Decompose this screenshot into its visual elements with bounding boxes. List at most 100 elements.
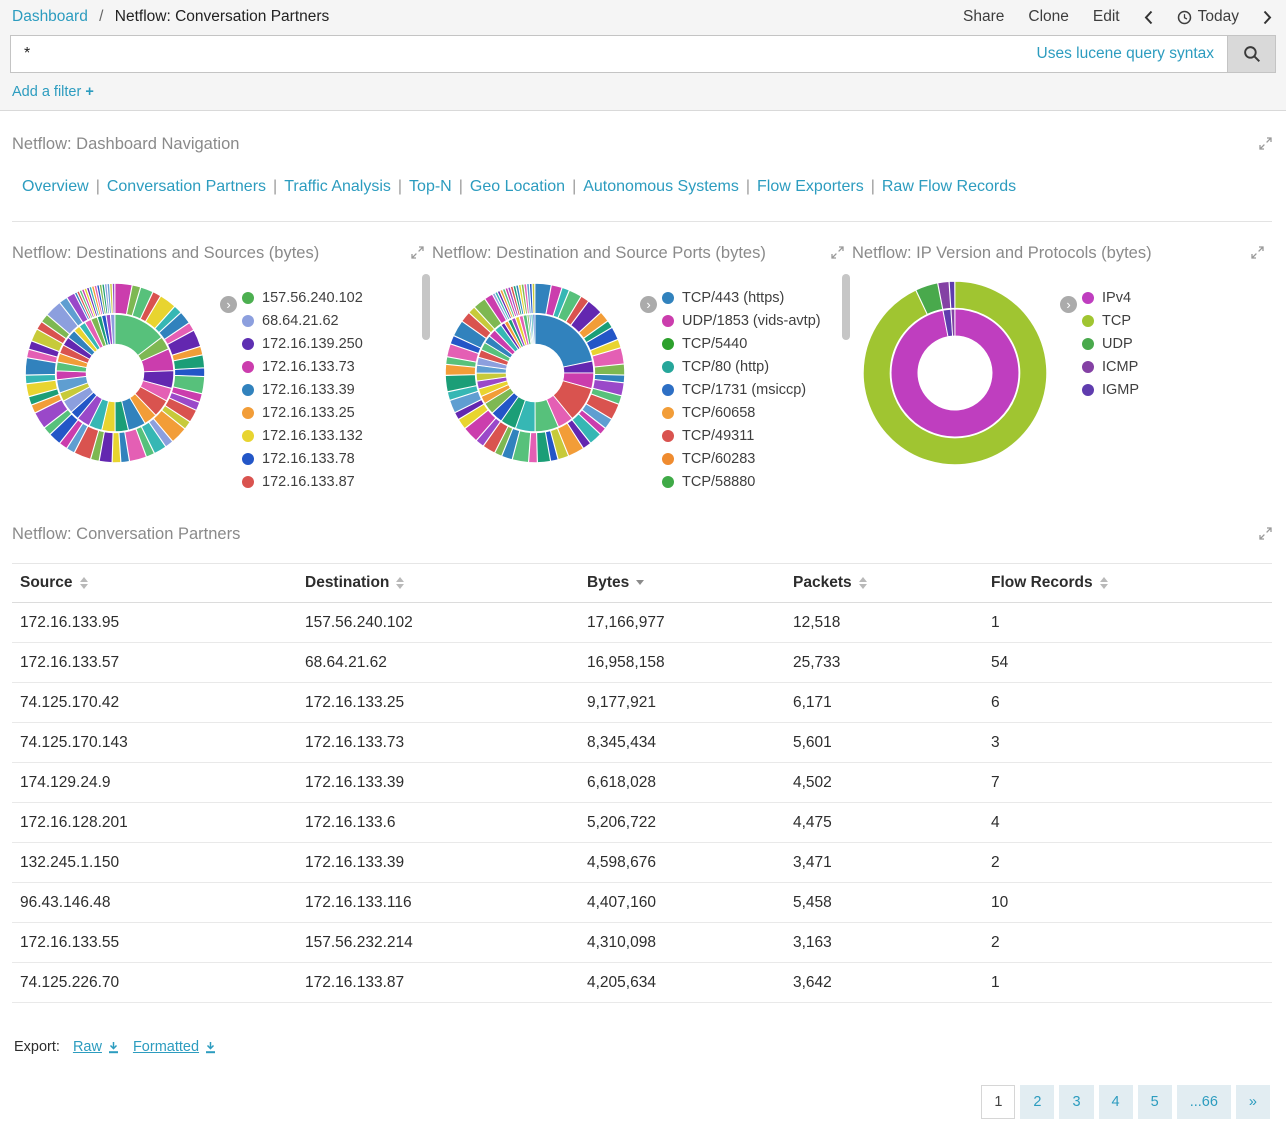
legend-item[interactable]: TCP/1731 (msiccp) [662,382,821,398]
pagination-page-66[interactable]: ...66 [1177,1085,1231,1119]
legend-item[interactable]: 172.16.133.78 [242,451,363,467]
legend-color-dot [242,407,254,419]
legend-item[interactable]: 157.56.240.102 [242,290,363,306]
add-filter-link[interactable]: Add a filter+ [12,84,94,100]
pagination-page-2[interactable]: 2 [1020,1085,1054,1119]
clone-button[interactable]: Clone [1028,8,1069,26]
nav-link-traffic-analysis[interactable]: Traffic Analysis [284,178,391,195]
panel-expand-button[interactable] [1245,244,1264,266]
legend-item[interactable]: 172.16.133.73 [242,359,363,375]
top-chrome: Dashboard / Netflow: Conversation Partne… [0,0,1286,111]
sunburst-segment[interactable] [112,433,120,463]
legend-color-dot [662,384,674,396]
download-icon [204,1041,217,1054]
column-header-bytes[interactable]: Bytes [579,564,785,603]
legend-color-dot [242,361,254,373]
legend-item[interactable]: 172.16.139.250 [242,336,363,352]
legend-collapse-button[interactable]: › [640,296,657,313]
legend-item[interactable]: 172.16.133.87 [242,474,363,490]
chart-legend: TCP/443 (https) UDP/1853 (vids-avtp) TCP/5… [662,290,821,497]
panel-expand-button[interactable] [405,244,424,266]
legend-item[interactable]: 172.16.133.132 [242,428,363,444]
legend-collapse-button[interactable]: › [220,296,237,313]
legend-label: 172.16.133.132 [262,428,363,444]
time-back-button[interactable] [1144,10,1153,25]
nav-link-geo-location[interactable]: Geo Location [470,178,565,195]
search-button[interactable] [1228,35,1276,73]
legend-item[interactable]: TCP/60283 [662,451,821,467]
panel-expand-button[interactable] [1253,525,1272,547]
nav-link-conversation-partners[interactable]: Conversation Partners [107,178,266,195]
legend-label: 157.56.240.102 [262,290,363,306]
legend-item[interactable]: TCP/443 (https) [662,290,821,306]
nav-link-autonomous-systems[interactable]: Autonomous Systems [583,178,739,195]
legend-label: TCP/5440 [682,336,747,352]
column-header-packets[interactable]: Packets [785,564,983,603]
share-button[interactable]: Share [963,8,1004,26]
legend-item[interactable]: TCP/5440 [662,336,821,352]
export-formatted-link[interactable]: Formatted [133,1039,217,1055]
legend-item[interactable]: TCP/60658 [662,405,821,421]
legend-item[interactable]: TCP/49311 [662,428,821,444]
panel-title: Netflow: IP Version and Protocols (bytes… [852,244,1152,263]
legend-item[interactable]: IGMP [1082,382,1139,398]
legend-scrollbar[interactable] [842,274,850,340]
pagination-page-3[interactable]: 3 [1059,1085,1093,1119]
lucene-syntax-link[interactable]: Uses lucene query syntax [1037,45,1214,63]
nav-link-top-n[interactable]: Top-N [409,178,452,195]
column-header-destination[interactable]: Destination [297,564,579,603]
sunburst-segment[interactable] [175,368,205,376]
time-picker-button[interactable]: Today [1177,8,1239,26]
nav-separator: | [459,178,463,195]
sunburst-segment[interactable] [112,283,114,313]
sort-icon [859,577,867,589]
legend-item[interactable]: 172.16.133.25 [242,405,363,421]
pagination-page-4[interactable]: 4 [1099,1085,1133,1119]
page-title: Netflow: Conversation Partners [115,8,330,25]
legend-item[interactable]: TCP [1082,313,1139,329]
column-header-flow-records[interactable]: Flow Records [983,564,1272,603]
sunburst-segment[interactable] [532,283,535,313]
column-header-source[interactable]: Source [12,564,297,603]
export-raw-link[interactable]: Raw [73,1039,120,1055]
legend-collapse-button[interactable]: › [1060,296,1077,313]
legend-color-dot [242,476,254,488]
legend-item[interactable]: 172.16.133.39 [242,382,363,398]
nav-link-overview[interactable]: Overview [22,178,89,195]
pagination-next-button[interactable]: » [1236,1085,1270,1119]
table-row: 174.129.24.9172.16.133.396,618,0284,5027 [12,763,1272,803]
legend-scrollbar[interactable] [422,274,430,340]
legend-item[interactable]: TCP/80 (http) [662,359,821,375]
nav-links: Overview|Conversation Partners|Traffic A… [22,178,1272,196]
table-cell: 6,171 [785,683,983,723]
legend-item[interactable]: ICMP [1082,359,1139,375]
edit-button[interactable]: Edit [1093,8,1120,26]
search-icon [1243,45,1261,63]
legend-color-dot [1082,361,1094,373]
table-cell: 172.16.128.201 [12,803,297,843]
legend-color-dot [662,338,674,350]
nav-link-raw-flow-records[interactable]: Raw Flow Records [882,178,1016,195]
legend-color-dot [242,292,254,304]
sort-desc-icon [636,580,644,585]
legend-item[interactable]: UDP/1853 (vids-avtp) [662,313,821,329]
conversation-partners-table: Source Destination Bytes Packets Flow Re… [12,563,1272,1003]
chart-legend: 157.56.240.102 68.64.21.62 172.16.139.250 1… [242,290,363,497]
search-input[interactable] [11,45,1037,63]
table-body: 172.16.133.95157.56.240.10217,166,97712,… [12,603,1272,1003]
legend-color-dot [242,453,254,465]
sort-icon [1100,577,1108,589]
nav-link-flow-exporters[interactable]: Flow Exporters [757,178,864,195]
time-forward-button[interactable] [1263,10,1272,25]
legend-item[interactable]: 68.64.21.62 [242,313,363,329]
breadcrumb-dashboard-link[interactable]: Dashboard [12,8,88,25]
panel-expand-button[interactable] [1253,135,1272,157]
pagination-page-5[interactable]: 5 [1138,1085,1172,1119]
legend-item[interactable]: UDP [1082,336,1139,352]
panel-expand-button[interactable] [825,244,844,266]
legend-item[interactable]: IPv4 [1082,290,1139,306]
pagination-page-1[interactable]: 1 [981,1085,1015,1119]
table-row: 172.16.133.55157.56.232.2144,310,0983,16… [12,923,1272,963]
legend-item[interactable]: TCP/58880 [662,474,821,490]
table-cell: 74.125.170.143 [12,723,297,763]
